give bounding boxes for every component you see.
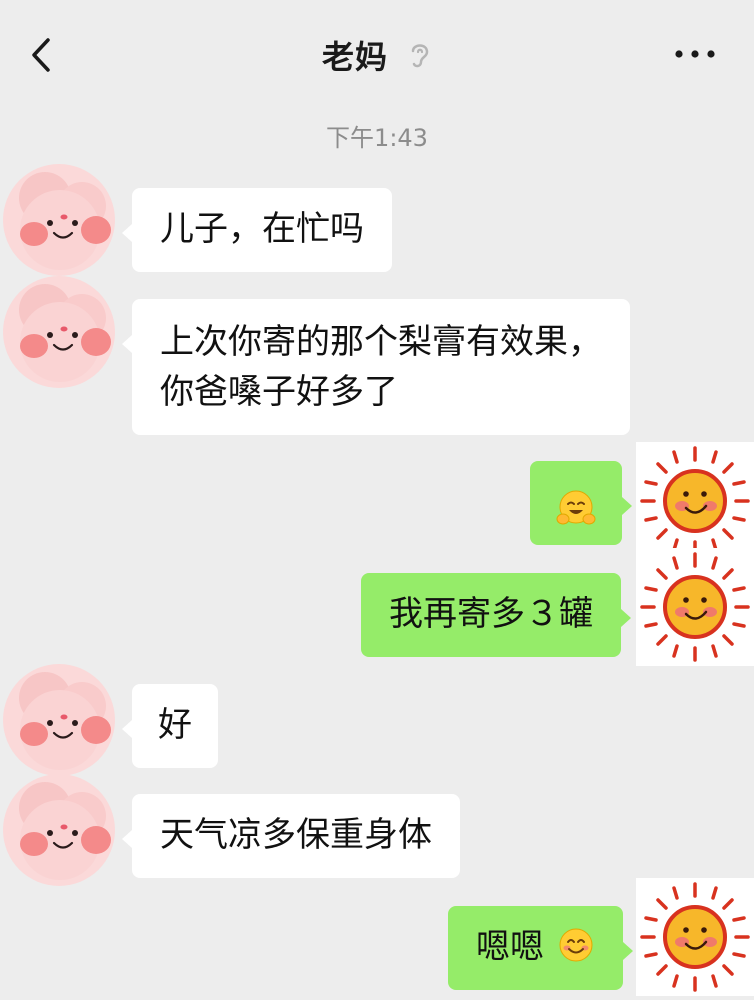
smiling-face-emoji (559, 928, 593, 962)
message-bubble-incoming[interactable]: 好 (122, 684, 218, 768)
contact-avatar[interactable] (0, 660, 118, 778)
contact-avatar[interactable] (0, 770, 118, 888)
hugging-face-emoji (556, 490, 596, 525)
ear-icon (408, 40, 432, 70)
user-avatar[interactable] (636, 878, 754, 996)
chat-title-wrap: 老妈 (0, 30, 754, 80)
message-bubble-outgoing[interactable] (530, 461, 632, 545)
message-text: 我再寄多３罐 (389, 594, 593, 634)
message-bubble-incoming[interactable]: 儿子，在忙吗 (122, 188, 392, 272)
message-text: 上次你寄的那个梨膏有效果， 你爸嗓子好多了 (160, 322, 602, 412)
message-text: 儿子，在忙吗 (160, 209, 364, 249)
more-dots-icon (675, 50, 715, 58)
chat-header: 老妈 (0, 0, 754, 110)
message-text: 天气凉多保重身体 (160, 815, 432, 855)
contact-avatar[interactable] (0, 160, 118, 278)
message-bubble-outgoing[interactable]: 我再寄多３罐 (361, 573, 631, 657)
contact-avatar[interactable] (0, 272, 118, 390)
message-text: 嗯嗯 (476, 927, 544, 967)
message-bubble-incoming[interactable]: 上次你寄的那个梨膏有效果， 你爸嗓子好多了 (122, 299, 630, 435)
message-bubble-outgoing[interactable]: 嗯嗯 (448, 906, 633, 990)
more-button[interactable] (672, 40, 718, 68)
message-timestamp: 下午1:43 (326, 124, 428, 152)
chat-title: 老妈 (321, 38, 388, 76)
user-avatar[interactable] (636, 442, 754, 560)
message-bubble-incoming[interactable]: 天气凉多保重身体 (122, 794, 460, 878)
message-text: 好 (158, 705, 192, 745)
user-avatar[interactable] (636, 548, 754, 666)
